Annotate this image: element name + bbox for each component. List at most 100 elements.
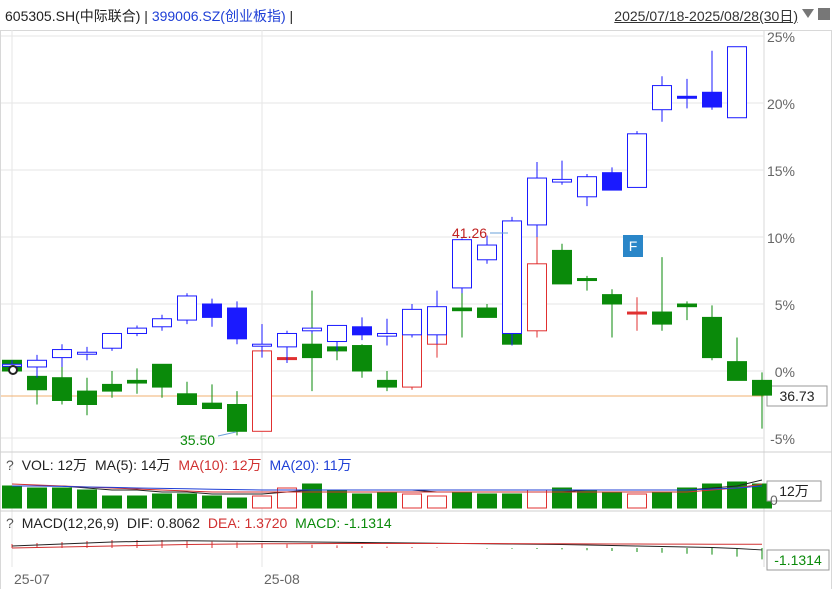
stock-candle: [477, 307, 497, 318]
low-marker-arrow: [217, 431, 237, 437]
index-candle: [677, 95, 697, 99]
index-candle: [327, 324, 347, 343]
volume-bar: [352, 493, 372, 509]
index-candle: [52, 349, 72, 359]
volume-bar: [227, 497, 247, 509]
volume-bar: [452, 491, 472, 509]
volume-bar: [327, 489, 347, 509]
stock-candle: [127, 379, 147, 384]
stock-candle: [302, 343, 322, 359]
help-icon[interactable]: ?: [6, 515, 14, 531]
y-tick-label: 10%: [767, 230, 795, 246]
volume-bar: [402, 493, 422, 509]
index-candle: [577, 176, 597, 198]
index-candle: [152, 318, 172, 328]
index-candle: [27, 359, 47, 368]
index-candle: [302, 327, 322, 332]
volume-legend: ? VOL: 12万 MA(5): 14万 MA(10): 12万 MA(20)…: [0, 455, 356, 475]
price-tag-label: 36.73: [779, 388, 814, 404]
vol-ma10: MA(10): 12万: [178, 457, 262, 473]
index-candle: [602, 172, 622, 191]
volume-bar: [177, 493, 197, 509]
volume-bar: [577, 489, 597, 509]
y-tick-label: 0%: [775, 364, 795, 380]
stock-candle: [752, 379, 772, 396]
volume-bar: [152, 493, 172, 509]
low-marker-label: 35.50: [180, 432, 215, 448]
volume-bar: [427, 495, 447, 509]
index-candle: [252, 343, 272, 347]
volume-bar: [477, 493, 497, 509]
index-candle: [427, 306, 447, 336]
stock-candle: [702, 316, 722, 359]
stock-candle: [152, 363, 172, 388]
macd-dif: DIF: 0.8062: [126, 515, 200, 531]
volume-bar: [652, 491, 672, 509]
macd-legend: ? MACD(12,26,9) DIF: 0.8062 DEA: 1.3720 …: [0, 513, 396, 533]
stock-candle: [527, 263, 547, 332]
stock-candle: [627, 311, 647, 315]
volume-bar: [2, 485, 22, 509]
volume-bar: [527, 489, 547, 509]
volume-bar: [102, 495, 122, 509]
volume-bar: [27, 487, 47, 509]
x-tick-label: 25-07: [14, 571, 50, 587]
index-candle: [127, 327, 147, 334]
vol-value: VOL: 12万: [21, 457, 88, 473]
volume-bar: [52, 487, 72, 509]
volume-ma-line: [12, 485, 763, 491]
index-candle: [227, 307, 247, 340]
volume-bar: [377, 491, 397, 509]
index-candle: [102, 332, 122, 349]
stock-candle: [727, 361, 747, 381]
start-marker: [8, 365, 18, 375]
macd-dea: DEA: 1.3720: [207, 515, 288, 531]
stock-candle: [202, 402, 222, 410]
volume-bar: [77, 489, 97, 509]
flag-f-label: F: [629, 238, 638, 254]
stock-candle: [102, 383, 122, 392]
index-candle: [402, 308, 422, 336]
index-candle: [627, 133, 647, 188]
y-tick-label: 5%: [775, 297, 795, 313]
y-tick-label: 15%: [767, 163, 795, 179]
volume-zero-label: 0: [770, 492, 778, 508]
help-icon[interactable]: ?: [6, 457, 14, 473]
stock-candle: [252, 350, 272, 432]
y-tick-label: 25%: [767, 29, 795, 45]
index-candle: [277, 332, 297, 348]
index-candle: [177, 295, 197, 321]
volume-tag-label: 12万: [779, 483, 809, 499]
macd-tag-label: -1.1314: [774, 552, 822, 568]
vol-ma5: MA(5): 14万: [94, 457, 171, 473]
macd-hist-value: MACD: -1.1314: [295, 515, 392, 531]
stock-candle: [352, 345, 372, 372]
high-marker-label: 41.26: [452, 225, 487, 241]
index-candle: [77, 351, 97, 355]
index-candle: [377, 332, 397, 337]
stock-candle: [552, 249, 572, 285]
volume-bar: [302, 483, 322, 509]
kline-chart[interactable]: 25% 20% 15% 10% 5% 0% -5% 36.73 41.26 35.50 F 12万0 -…: [0, 0, 832, 589]
vol-ma20: MA(20): 11万: [269, 457, 352, 473]
stock-candle: [177, 393, 197, 405]
index-candle: [477, 244, 497, 261]
stock-candle: [27, 375, 47, 391]
stock-candle: [577, 278, 597, 282]
stock-candle: [402, 332, 422, 388]
stock-candle: [52, 377, 72, 401]
index-candle: [727, 46, 747, 119]
volume-bar: [602, 491, 622, 509]
index-candle: [502, 220, 522, 334]
y-tick-label: 20%: [767, 96, 795, 112]
index-candle: [652, 85, 672, 111]
stock-candle: [452, 307, 472, 312]
x-tick-label: 25-08: [264, 571, 300, 587]
volume-bar: [627, 493, 647, 509]
stock-candle: [677, 303, 697, 308]
y-tick-label: -5%: [770, 431, 795, 447]
index-candle: [352, 326, 372, 336]
volume-bar: [252, 495, 272, 509]
volume-bar: [202, 495, 222, 509]
stock-candle: [377, 379, 397, 388]
